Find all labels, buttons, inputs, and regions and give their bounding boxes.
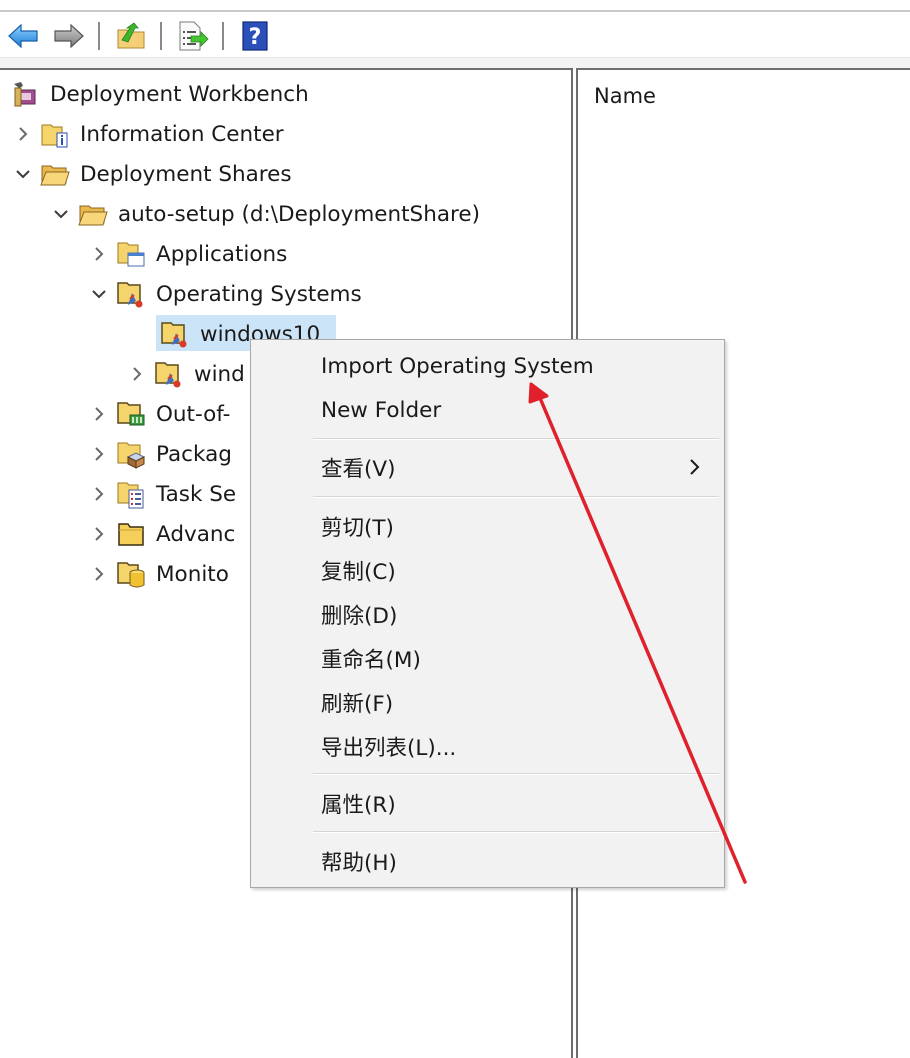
- menu-item-new-folder[interactable]: New Folder: [251, 390, 724, 430]
- toolbar-separator: [160, 22, 162, 50]
- menu-item-help[interactable]: 帮助(H): [251, 841, 724, 881]
- back-button[interactable]: [6, 20, 40, 52]
- tree-node-task-sequences[interactable]: Task Se: [88, 476, 238, 512]
- toolbar-bottom-strip: [0, 58, 910, 68]
- context-menu: Import Operating System New Folder 查看(V)…: [250, 339, 725, 888]
- column-header-name[interactable]: Name: [594, 84, 656, 108]
- menu-item-label: 剪切(T): [321, 515, 394, 541]
- export-list-button[interactable]: [176, 20, 210, 52]
- export-list-icon: [179, 21, 209, 51]
- tree-node-label: Monito: [156, 561, 229, 587]
- up-one-level-button[interactable]: [114, 20, 148, 52]
- folder-packages-icon: [116, 439, 146, 469]
- folder-applications-icon: [116, 239, 146, 269]
- menu-item-import-operating-system[interactable]: Import Operating System: [251, 346, 724, 386]
- chevron-down-icon[interactable]: [12, 163, 34, 185]
- menu-separator: [313, 831, 719, 833]
- chevron-right-icon[interactable]: [88, 243, 110, 265]
- menu-item-label: 复制(C): [321, 559, 396, 585]
- chevron-right-icon[interactable]: [12, 123, 34, 145]
- menu-item-label: Import Operating System: [321, 353, 594, 379]
- chevron-right-icon[interactable]: [126, 363, 148, 385]
- chevron-right-icon[interactable]: [88, 403, 110, 425]
- tree-node-label: Out-of-: [156, 401, 231, 427]
- folder-os-icon: [154, 359, 184, 389]
- workbench-icon: [10, 79, 40, 109]
- chevron-right-icon[interactable]: [88, 443, 110, 465]
- folder-monitoring-icon: [116, 559, 146, 589]
- menu-item-label: New Folder: [321, 397, 442, 423]
- tree-node-label: Packag: [156, 441, 232, 467]
- chevron-right-icon[interactable]: [88, 483, 110, 505]
- folder-drivers-icon: [116, 399, 146, 429]
- tree-node-label: Task Se: [156, 481, 237, 507]
- tree-node-label: wind: [194, 361, 245, 387]
- folder-os-icon: [116, 279, 146, 309]
- tree-node-applications[interactable]: Applications: [88, 236, 289, 272]
- tree-node-label: Information Center: [80, 121, 284, 147]
- menu-item-label: 属性(R): [321, 792, 396, 818]
- folder-task-sequences-icon: [116, 479, 146, 509]
- tree-node-label: Deployment Shares: [80, 161, 292, 187]
- tree-node-out-of-box-drivers[interactable]: Out-of-: [88, 396, 232, 432]
- tree-node-label: Advanc: [156, 521, 236, 547]
- chevron-down-icon[interactable]: [50, 203, 72, 225]
- tree-node-label: Applications: [156, 241, 288, 267]
- toolbar: ?: [0, 12, 910, 58]
- menu-item-label: 查看(V): [321, 456, 396, 482]
- svg-text:?: ?: [249, 25, 262, 50]
- menu-item-delete[interactable]: 删除(D): [251, 594, 724, 634]
- folder-open-icon: [78, 199, 108, 229]
- submenu-arrow-icon: [690, 459, 700, 475]
- menu-item-label: 导出列表(L)...: [321, 735, 457, 761]
- folder-icon: [116, 519, 146, 549]
- tree-node-packages[interactable]: Packag: [88, 436, 234, 472]
- folder-os-icon: [160, 319, 190, 349]
- menu-separator: [313, 773, 719, 775]
- tree-node-information-center[interactable]: Information Center: [12, 116, 286, 152]
- menu-separator: [313, 496, 719, 498]
- menu-item-copy[interactable]: 复制(C): [251, 550, 724, 590]
- menu-item-cut[interactable]: 剪切(T): [251, 506, 724, 546]
- tree-node-label: auto-setup (d:\DeploymentShare): [118, 201, 480, 227]
- tree-node-label: Deployment Workbench: [50, 81, 309, 107]
- folder-up-icon: [117, 22, 145, 49]
- menu-item-export-list[interactable]: 导出列表(L)...: [251, 726, 724, 766]
- help-button[interactable]: ?: [238, 20, 272, 52]
- folder-info-icon: [40, 119, 70, 149]
- forward-button[interactable]: [52, 20, 86, 52]
- menu-separator: [313, 438, 719, 440]
- toolbar-separator: [222, 22, 224, 50]
- menu-item-label: 刷新(F): [321, 691, 394, 717]
- chevron-right-icon[interactable]: [88, 523, 110, 545]
- tree-node-monitoring[interactable]: Monito: [88, 556, 231, 592]
- tree-node-auto-setup[interactable]: auto-setup (d:\DeploymentShare): [50, 196, 482, 232]
- tree-node-label: Operating Systems: [156, 281, 362, 307]
- tree-node-deployment-shares[interactable]: Deployment Shares: [12, 156, 294, 192]
- menu-item-label: 重命名(M): [321, 647, 421, 673]
- tree-root-deployment-workbench[interactable]: Deployment Workbench: [10, 76, 311, 112]
- window-top-edge: [0, 0, 910, 12]
- back-arrow-icon: [8, 23, 38, 49]
- menu-item-label: 帮助(H): [321, 850, 397, 876]
- chevron-down-icon[interactable]: [88, 283, 110, 305]
- forward-arrow-icon: [54, 23, 84, 49]
- menu-item-label: 删除(D): [321, 603, 398, 629]
- menu-item-view[interactable]: 查看(V): [251, 447, 724, 487]
- menu-item-properties[interactable]: 属性(R): [251, 783, 724, 823]
- chevron-right-icon[interactable]: [88, 563, 110, 585]
- tree-node-windows-other[interactable]: wind: [126, 356, 247, 392]
- help-icon: ?: [242, 21, 268, 51]
- menu-item-rename[interactable]: 重命名(M): [251, 638, 724, 678]
- tree-node-advanced-configuration[interactable]: Advanc: [88, 516, 237, 552]
- tree-node-operating-systems[interactable]: Operating Systems: [88, 276, 364, 312]
- menu-item-refresh[interactable]: 刷新(F): [251, 682, 724, 722]
- folder-open-icon: [40, 159, 70, 189]
- toolbar-separator: [98, 22, 100, 50]
